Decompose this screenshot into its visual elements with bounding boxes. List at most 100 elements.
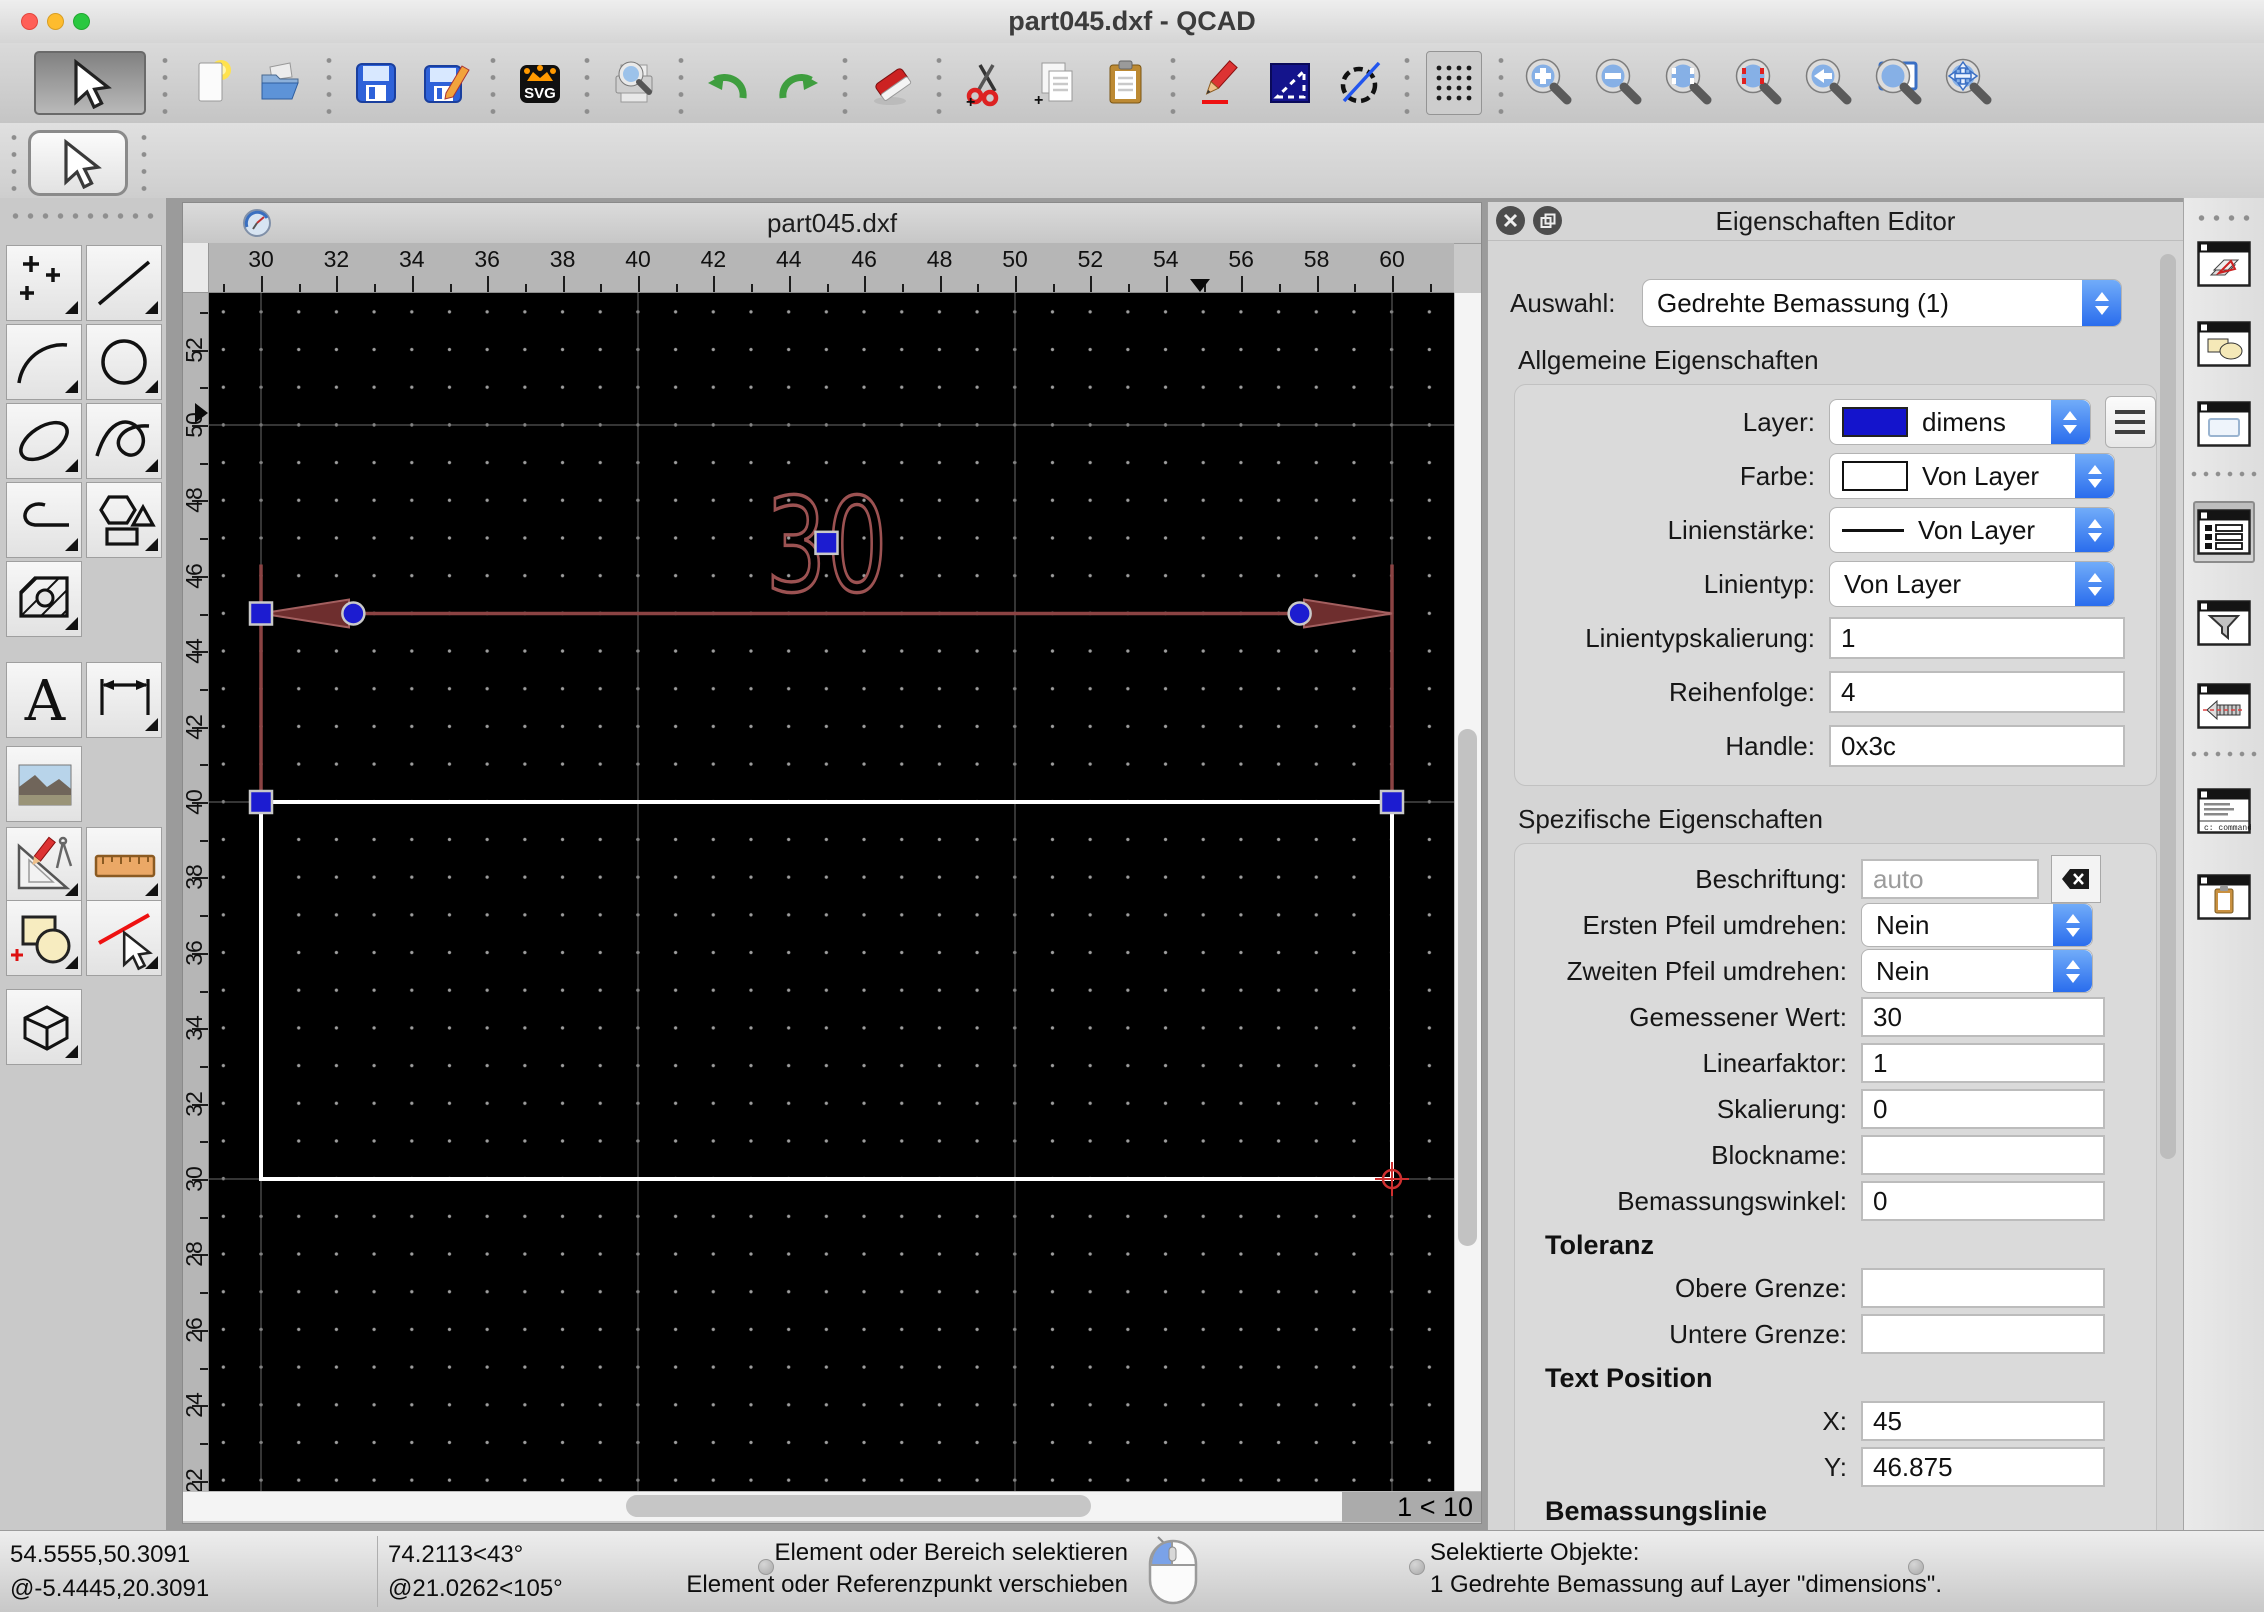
skalierung-field[interactable] (1861, 1089, 2105, 1129)
linienstärke-combobox[interactable]: Von Layer (1829, 507, 2115, 553)
blockname-field[interactable] (1861, 1135, 2105, 1175)
arrow-grip-handle[interactable] (341, 601, 366, 626)
linearfaktor-field[interactable] (1861, 1043, 2105, 1083)
zoom-out-button[interactable] (1590, 51, 1646, 115)
drawing-canvas[interactable]: 30 (209, 293, 1454, 1491)
new-file-button[interactable] (184, 51, 240, 115)
panel-close-icon[interactable] (1496, 206, 1525, 235)
zoom-selection-button[interactable] (1730, 51, 1786, 115)
text-tool-button[interactable]: A (6, 662, 82, 738)
previous-view-button[interactable] (1800, 51, 1856, 115)
circle-tools-button[interactable] (86, 324, 162, 400)
svg-export-button[interactable]: SVG (512, 51, 568, 115)
beschriftung-field[interactable] (1861, 859, 2039, 899)
line-tools-button[interactable] (86, 245, 162, 321)
horizontal-scrollbar[interactable]: 1 < 10 (183, 1491, 1481, 1522)
ellipse-tools-button[interactable] (6, 403, 82, 479)
handle-field[interactable] (1829, 725, 2125, 767)
palette-drag-handle[interactable] (8, 212, 158, 220)
stepper-icon[interactable] (2075, 454, 2114, 498)
cut-button[interactable]: + (958, 51, 1014, 115)
drafting-tools-button[interactable] (6, 827, 82, 903)
measure-tools-button[interactable] (86, 827, 162, 903)
ellipse-line-button[interactable] (1332, 51, 1388, 115)
reference-point-handle[interactable] (248, 789, 274, 815)
point-tools-button[interactable] (6, 245, 82, 321)
horizontal-scrollbar-thumb[interactable] (626, 1495, 1091, 1517)
grid-toggle-button[interactable] (1426, 51, 1482, 115)
clear-field-icon[interactable] (2051, 855, 2101, 903)
layer-menu-button[interactable] (2104, 396, 2156, 448)
modify-square-button[interactable] (1262, 51, 1318, 115)
reihenfolge-field[interactable] (1829, 671, 2125, 713)
paste-button[interactable] (1098, 51, 1154, 115)
clipboard-panel-button[interactable] (2193, 866, 2255, 928)
vertical-scrollbar-thumb[interactable] (1458, 729, 1477, 1246)
farbe-combobox[interactable]: Von Layer (1829, 453, 2115, 499)
arc-tools-button[interactable] (6, 324, 82, 400)
library-item-panel-button[interactable] (2193, 675, 2255, 737)
stepper-icon[interactable] (2050, 400, 2090, 444)
block-list-panel-button[interactable] (2193, 313, 2255, 375)
redo-button[interactable] (770, 51, 826, 115)
selection-tool-button[interactable] (28, 130, 128, 196)
stepper-icon[interactable] (2075, 562, 2114, 606)
image-tool-button[interactable] (6, 746, 82, 822)
stepper-icon[interactable] (2082, 280, 2121, 326)
copy-button[interactable]: + (1028, 51, 1084, 115)
panel-detach-icon[interactable] (1533, 206, 1562, 235)
vertical-scrollbar[interactable] (1454, 293, 1481, 1491)
zoom-window-button[interactable] (1870, 51, 1926, 115)
open-file-button[interactable] (254, 51, 310, 115)
reference-point-handle[interactable] (1379, 789, 1405, 815)
property-editor-panel-button[interactable] (2193, 501, 2255, 563)
auto-zoom-button[interactable] (1660, 51, 1716, 115)
layer-combobox[interactable]: dimens (1829, 399, 2091, 445)
erstenpfeilumdrehen-combobox[interactable]: Nein (1861, 903, 2093, 947)
command-line-panel-button[interactable]: c: command (2193, 780, 2255, 842)
dimension-tools-button[interactable] (86, 662, 162, 738)
rotated-dimension-entity[interactable]: 30 (259, 468, 1394, 793)
part-outline-rect[interactable] (259, 800, 1394, 1181)
print-preview-button[interactable] (606, 51, 662, 115)
stepper-icon[interactable] (2053, 950, 2092, 992)
trim-tools-button[interactable] (86, 900, 162, 976)
zoom-in-button[interactable] (1520, 51, 1576, 115)
arrow-grip-handle[interactable] (1287, 601, 1312, 626)
unteregrenze-field[interactable] (1861, 1314, 2105, 1354)
save-button[interactable] (348, 51, 404, 115)
polyline-tools-button[interactable] (6, 482, 82, 558)
linientyp-combobox[interactable]: Von Layer (1829, 561, 2115, 607)
library-browser-panel-button[interactable] (2193, 393, 2255, 455)
panel-scrollbar[interactable] (2160, 250, 2178, 1524)
reference-point-handle[interactable] (814, 530, 839, 556)
undo-button[interactable] (700, 51, 756, 115)
y-field[interactable] (1861, 1447, 2105, 1487)
draw-pencil-button[interactable] (1192, 51, 1248, 115)
oberegrenze-field[interactable] (1861, 1268, 2105, 1308)
selection-tool-button[interactable] (34, 51, 146, 115)
gemessenerwert-field[interactable] (1861, 997, 2105, 1037)
delete-entity-button[interactable] (864, 51, 920, 115)
bemassungswinkel-field[interactable] (1861, 1181, 2105, 1221)
selection-combobox[interactable]: Gedrehte Bemassung (1) (1642, 279, 2122, 327)
x-field[interactable] (1861, 1401, 2105, 1441)
panel-scrollbar-thumb[interactable] (2160, 254, 2176, 1159)
stepper-icon[interactable] (2075, 508, 2114, 552)
modify-shape-tools-button[interactable] (6, 900, 82, 976)
spline-tools-button[interactable] (86, 403, 162, 479)
save-as-button[interactable] (418, 51, 474, 115)
stepper-icon[interactable] (2053, 904, 2092, 946)
toolbar-handle[interactable] (138, 129, 150, 191)
toolbar-handle[interactable] (8, 129, 20, 191)
pan-button[interactable] (1940, 51, 1996, 115)
drawing-window-titlebar[interactable]: part045.dxf (183, 203, 1481, 244)
solid-tools-button[interactable] (6, 989, 82, 1065)
reference-point-handle[interactable] (248, 601, 274, 626)
selection-filter-panel-button[interactable] (2193, 592, 2255, 654)
layer-list-panel-button[interactable] (2193, 233, 2255, 295)
zweitenpfeilumdrehen-combobox[interactable]: Nein (1861, 949, 2093, 993)
linientypskalierung-field[interactable] (1829, 617, 2125, 659)
hatch-tool-button[interactable] (6, 561, 82, 637)
shape-tools-button[interactable] (86, 482, 162, 558)
